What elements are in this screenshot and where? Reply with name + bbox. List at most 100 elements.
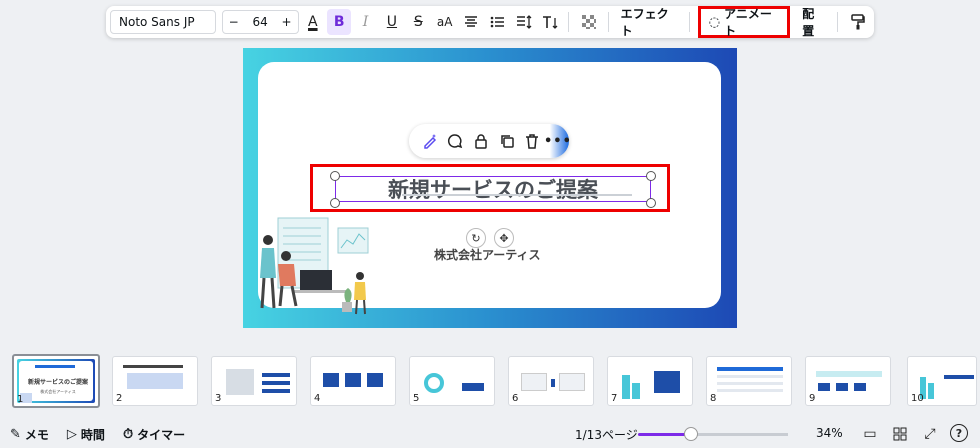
transparency-icon[interactable] (577, 9, 601, 35)
font-size-control: − 64 + (221, 10, 299, 34)
thumb-block (367, 373, 383, 387)
thumb-table-row (717, 389, 783, 392)
vertical-text-icon[interactable] (538, 9, 562, 35)
thumb-donut (424, 373, 444, 393)
thumb-block (836, 383, 848, 391)
zoom-slider-track (692, 433, 788, 436)
title-text-element[interactable]: 新規サービスのご提案 (335, 176, 651, 202)
page-thumbnail[interactable]: 8 (706, 356, 792, 406)
resize-handle[interactable] (646, 198, 656, 208)
page-number: 4 (314, 393, 321, 404)
italic-button[interactable]: I (353, 9, 377, 35)
spacing-icon[interactable] (512, 9, 536, 35)
resize-handle[interactable] (646, 171, 656, 181)
toolbar-divider (836, 12, 838, 32)
timer-label: タイマー (137, 427, 186, 442)
page-thumbnail[interactable]: 3 (211, 356, 297, 406)
rotate-icon[interactable]: ↻ (466, 228, 486, 248)
thumb-block (345, 373, 361, 387)
position-button[interactable]: 配置 (796, 7, 831, 38)
text-color-button[interactable]: A (301, 9, 325, 35)
page-thumbnail[interactable]: 2 (112, 356, 198, 406)
timing-label: 時間 (80, 427, 105, 442)
slide-title[interactable]: 新規サービスのご提案 (336, 177, 650, 202)
animate-label: アニメート (724, 7, 772, 38)
comment-icon[interactable] (445, 130, 467, 152)
thumb-block (854, 383, 866, 391)
page-thumbnail[interactable]: 10 (907, 356, 977, 406)
bold-button[interactable]: B (326, 9, 352, 35)
help-icon[interactable]: ? (950, 424, 968, 442)
thumb-block (944, 375, 974, 379)
thumb-frame: 新規サービスのご提案 株式会社アーティス (17, 359, 95, 403)
decrease-font-size-button[interactable]: − (223, 11, 245, 33)
move-icon[interactable]: ✥ (494, 228, 514, 248)
zoom-slider-knob[interactable] (684, 427, 698, 441)
lock-icon[interactable] (470, 130, 492, 152)
page-thumbnail[interactable]: 新規サービスのご提案 株式会社アーティス 1 (12, 354, 100, 408)
page-counter[interactable]: 1/13ページ (575, 426, 638, 443)
thumb-title: 新規サービスのご提案 (27, 379, 88, 386)
thumb-block (323, 373, 339, 387)
thumb-block (521, 373, 547, 391)
thumb-line (123, 365, 183, 368)
page-number: 2 (116, 393, 123, 404)
zoom-slider[interactable] (638, 427, 788, 441)
notes-label: メモ (24, 427, 49, 442)
list-icon[interactable] (485, 9, 509, 35)
fullscreen-icon[interactable]: ⤢ (920, 424, 940, 444)
thumb-table-head (717, 367, 783, 371)
page-thumbnail[interactable]: 7 (607, 356, 693, 406)
thumb-photo (226, 369, 254, 395)
notes-button[interactable]: ✎ メモ (10, 426, 49, 443)
bottom-bar: ✎ メモ ▷ 時間 ⏱ タイマー 1/13ページ 34% ▭ ⤢ ? (0, 420, 980, 448)
effects-button[interactable]: エフェクト (615, 7, 683, 38)
page-thumbnail[interactable]: 6 (508, 356, 594, 406)
trash-icon[interactable] (521, 130, 543, 152)
timer-button[interactable]: ⏱ タイマー (123, 426, 185, 443)
thumb-block (262, 381, 290, 385)
paint-roller-icon[interactable] (846, 9, 870, 35)
strikethrough-button[interactable]: S (406, 9, 430, 35)
thumb-block (818, 383, 830, 391)
thumb-block (559, 373, 585, 391)
underline-button[interactable]: U (380, 9, 404, 35)
page-number: 7 (611, 393, 618, 404)
business-illustration (260, 217, 369, 315)
page-view-icon[interactable]: ▭ (860, 424, 880, 444)
page-thumbnail[interactable]: 5 (409, 356, 495, 406)
page-number: 8 (710, 393, 717, 404)
thumb-block (262, 373, 290, 377)
thumb-bar-chart (622, 375, 630, 399)
thumb-table-row (717, 382, 783, 385)
page-number: 9 (809, 393, 816, 404)
letter-case-button[interactable]: aA (432, 9, 456, 35)
thumb-block (127, 373, 183, 389)
page-thumbnail[interactable]: 9 (805, 356, 891, 406)
font-size-input[interactable]: 64 (249, 11, 271, 33)
thumb-bar (35, 365, 75, 368)
page-thumbnails: 新規サービスのご提案 株式会社アーティス 1 2 3 4 5 6 7 8 9 1… (12, 354, 980, 408)
title-underline (402, 194, 632, 196)
align-center-icon[interactable] (459, 9, 483, 35)
increase-font-size-button[interactable]: + (276, 11, 298, 33)
page-thumbnail[interactable]: 4 (310, 356, 396, 406)
company-name[interactable]: 株式会社アーティス (434, 246, 541, 263)
thumb-company: 株式会社アーティス (40, 389, 76, 394)
title-text-highlight: 新規サービスのご提案 (310, 164, 670, 212)
resize-handle[interactable] (330, 171, 340, 181)
more-options-icon[interactable]: ••• (544, 130, 571, 152)
timing-button[interactable]: ▷ 時間 (67, 426, 105, 443)
page-number: 3 (215, 393, 222, 404)
thumb-bar-chart (928, 383, 934, 399)
toolbar-divider (568, 12, 570, 32)
page-number: 1 (17, 394, 24, 405)
thumb-bar-chart (632, 383, 640, 399)
resize-handle[interactable] (330, 198, 340, 208)
grid-view-icon[interactable] (890, 424, 910, 444)
magic-edit-icon[interactable] (419, 130, 441, 152)
duplicate-icon[interactable] (496, 130, 518, 152)
zoom-level[interactable]: 34% (816, 426, 843, 440)
animate-button[interactable]: ◌ アニメート (697, 6, 791, 38)
font-family-dropdown[interactable]: Noto Sans JP (110, 10, 216, 34)
